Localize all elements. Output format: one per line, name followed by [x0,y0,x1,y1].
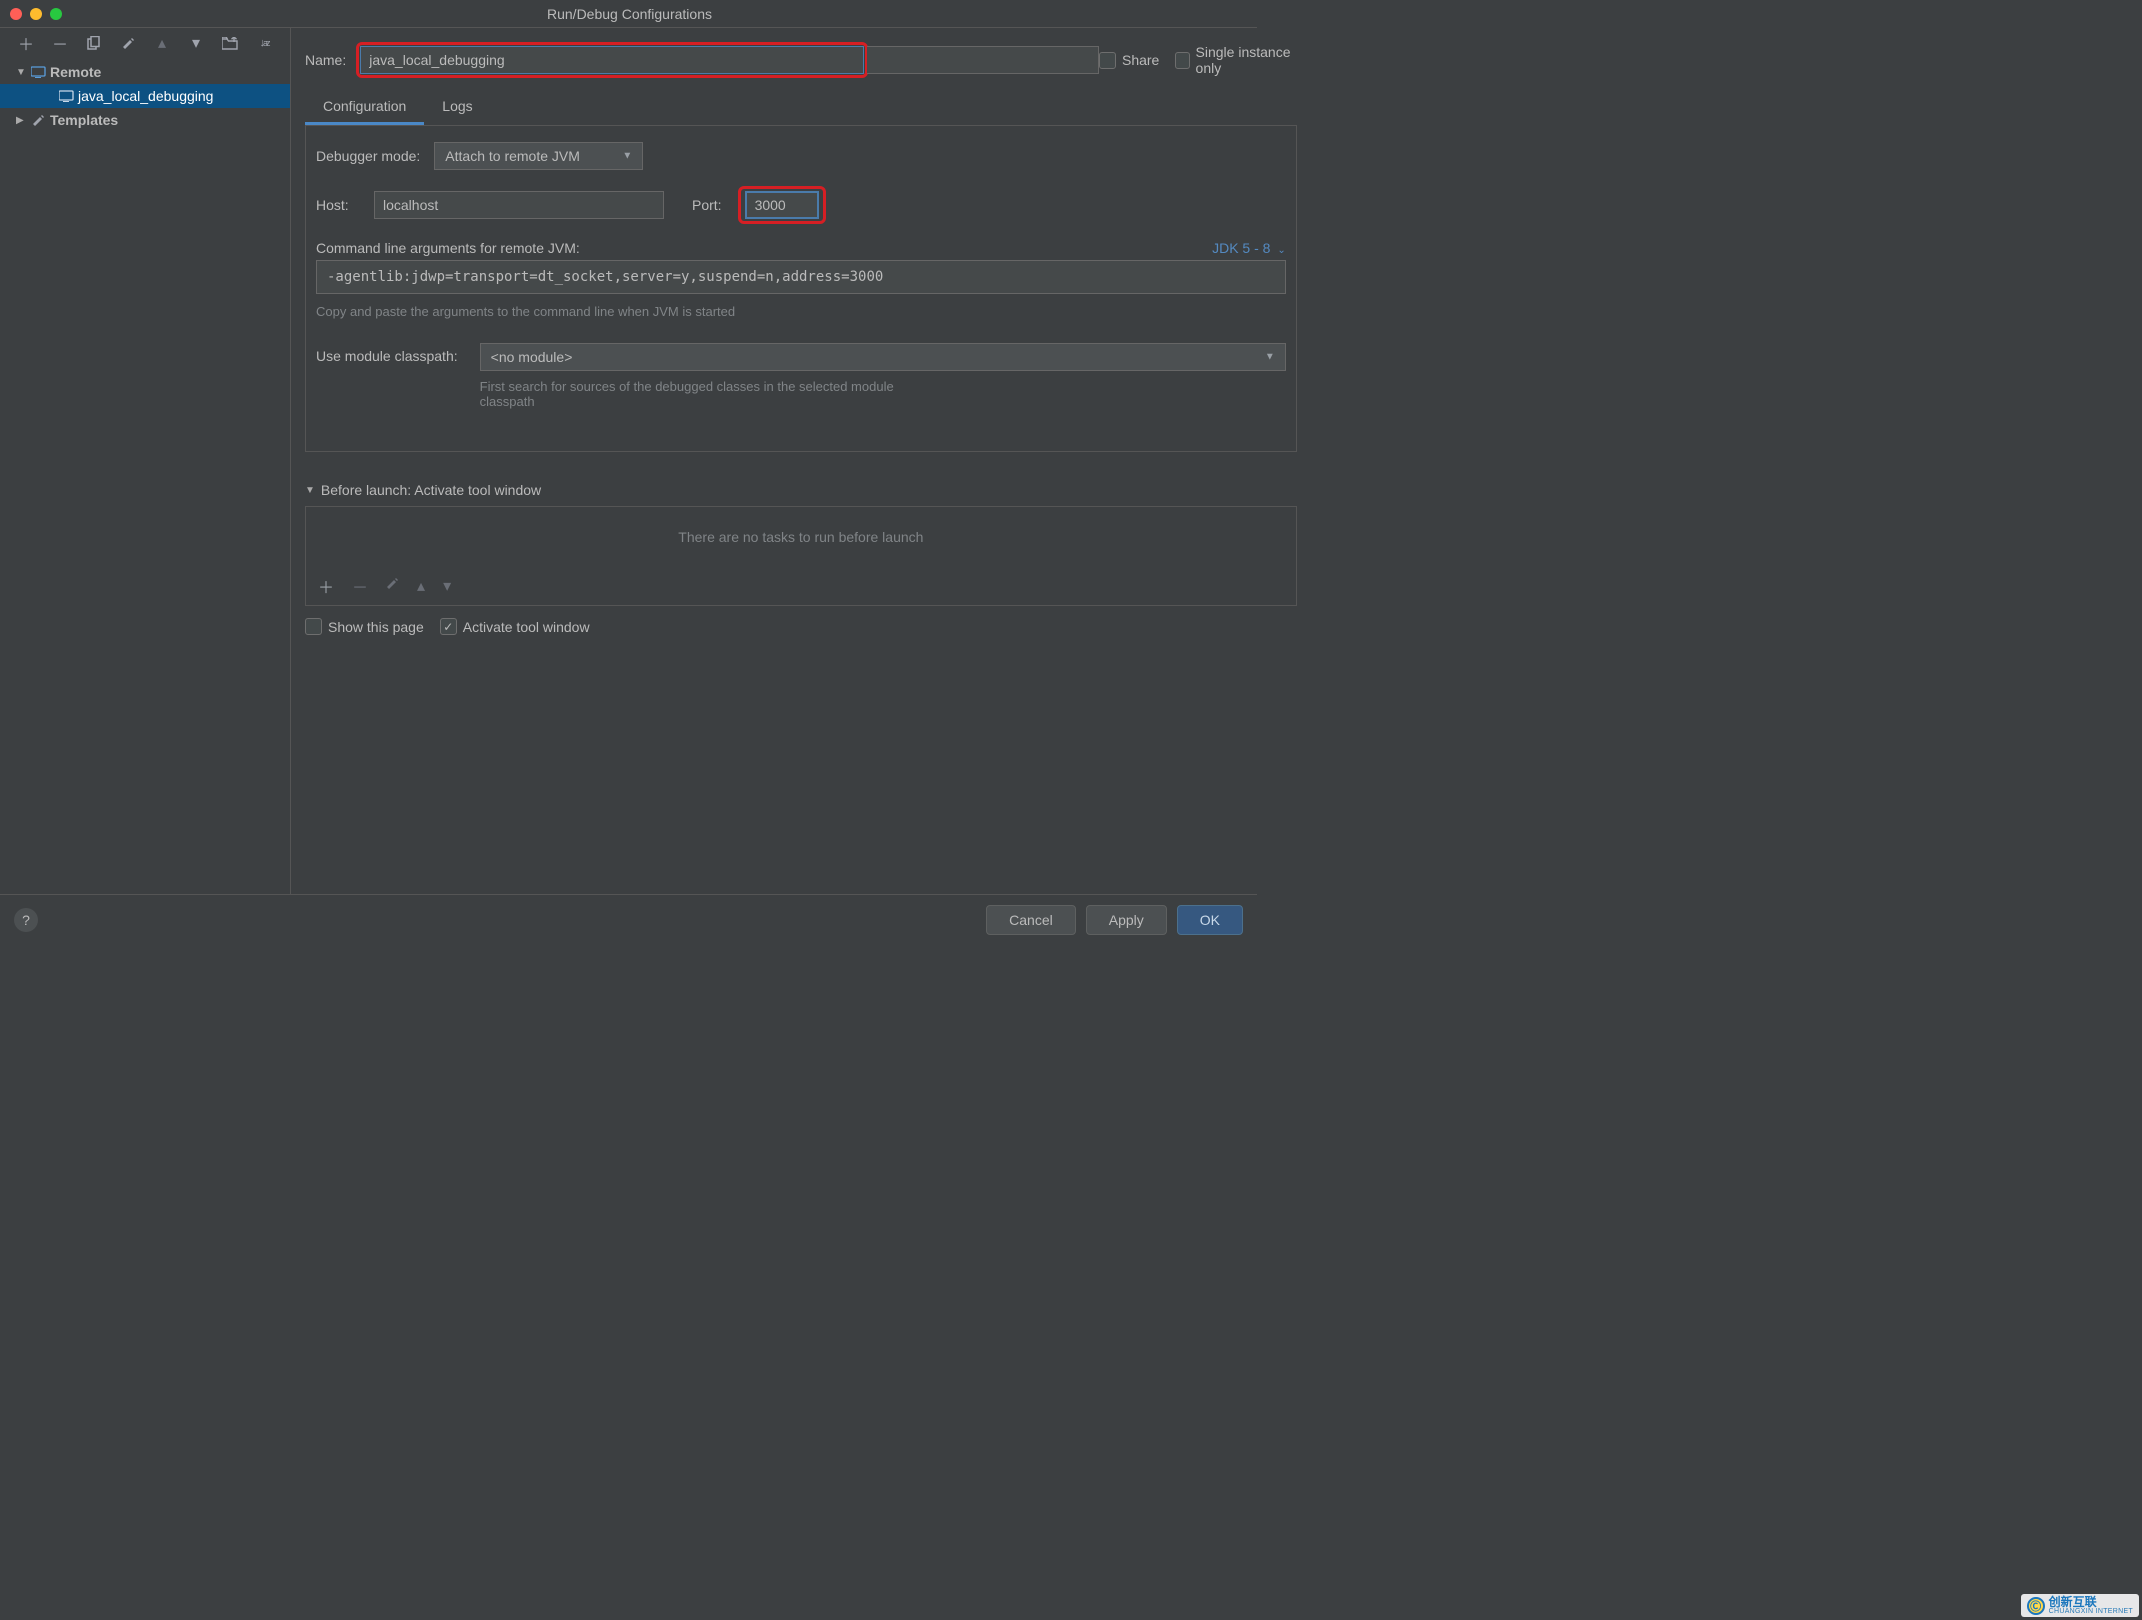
port-highlight-box [738,186,826,224]
config-tabbar: Configuration Logs [305,90,1297,126]
dialog-content: ＋ － ▴ ▾ ↓az ▼ [0,28,1257,894]
cmd-args-label: Command line arguments for remote JVM: [316,240,580,256]
before-launch-empty: There are no tasks to run before launch [306,507,1296,567]
window-title: Run/Debug Configurations [12,6,1247,22]
show-this-page-wrap[interactable]: Show this page [305,618,424,635]
before-launch-toolbar: ＋ － ▴ ▾ [306,567,1296,605]
share-checkbox[interactable] [1099,52,1116,69]
cmd-args-textarea[interactable]: -agentlib:jdwp=transport=dt_socket,serve… [316,260,1286,294]
tree-node-label: java_local_debugging [78,88,213,104]
cmd-hint: Copy and paste the arguments to the comm… [316,304,1286,319]
tab-configuration[interactable]: Configuration [305,90,424,125]
module-hint: First search for sources of the debugged… [480,379,900,409]
module-classpath-select[interactable]: <no module> ▼ [480,343,1286,371]
name-input-tail[interactable] [867,46,1099,74]
settings-icon[interactable] [120,35,136,51]
move-down-icon[interactable]: ▾ [188,35,204,51]
collapse-icon: ▼ [305,485,315,496]
module-classpath-row: Use module classpath: <no module> ▼ Firs… [316,343,1286,409]
tree-node-java-local-debugging[interactable]: java_local_debugging [0,84,290,108]
wrench-icon [30,113,46,127]
activate-tool-window-checkbox[interactable] [440,618,457,635]
sort-icon[interactable]: ↓az [256,35,272,51]
add-task-icon[interactable]: ＋ [318,574,334,598]
chevron-down-icon: ▼ [622,151,632,162]
watermark: Ⓒ 创新互联 CHUANGXIN INTERNET [2021,1594,2139,1617]
host-label: Host: [316,197,364,213]
share-label: Share [1122,52,1159,68]
module-classpath-label: Use module classpath: [316,343,458,364]
before-launch-panel: There are no tasks to run before launch … [305,506,1297,606]
name-highlight-box [356,42,868,78]
apply-button[interactable]: Apply [1086,905,1167,935]
share-checkbox-wrap[interactable]: Share [1099,52,1159,69]
activate-tool-window-label: Activate tool window [463,619,590,635]
chevron-down-icon: ▼ [1265,352,1275,363]
before-launch-header[interactable]: ▼ Before launch: Activate tool window [305,482,1297,498]
move-task-up-icon[interactable]: ▴ [417,576,425,596]
expand-icon: ▼ [16,67,30,78]
tree-node-remote[interactable]: ▼ Remote [0,60,290,84]
debugger-mode-label: Debugger mode: [316,148,420,164]
dialog-footer: ? Cancel Apply OK [0,894,1257,944]
titlebar: Run/Debug Configurations [0,0,1257,28]
single-instance-checkbox[interactable] [1175,52,1189,69]
host-input[interactable] [374,191,664,219]
show-this-page-label: Show this page [328,619,424,635]
expand-icon: ▶ [16,115,30,126]
configurations-sidebar: ＋ － ▴ ▾ ↓az ▼ [0,28,291,894]
help-button[interactable]: ? [14,908,38,932]
configuration-panel: Debugger mode: Attach to remote JVM ▼ Ho… [305,126,1297,452]
sidebar-toolbar: ＋ － ▴ ▾ ↓az [0,28,290,58]
move-up-icon[interactable]: ▴ [154,35,170,51]
name-label: Name: [305,52,346,68]
tree-node-label: Templates [50,112,118,128]
edit-task-icon[interactable] [386,577,399,595]
debugger-mode-value: Attach to remote JVM [445,148,580,164]
before-launch-section: ▼ Before launch: Activate tool window Th… [305,482,1297,635]
cmd-label-row: Command line arguments for remote JVM: J… [316,240,1286,256]
configuration-main: Name: Share Single instance only Configu… [291,28,1311,894]
before-launch-title: Before launch: Activate tool window [321,482,541,498]
debugger-mode-select[interactable]: Attach to remote JVM ▼ [434,142,643,170]
tree-node-templates[interactable]: ▶ Templates [0,108,290,132]
remove-config-icon[interactable]: － [52,35,68,51]
module-classpath-value: <no module> [491,349,573,365]
run-debug-dialog: Run/Debug Configurations ＋ － ▴ ▾ ↓az [0,0,1257,944]
copy-config-icon[interactable] [86,35,102,51]
activate-tool-window-wrap[interactable]: Activate tool window [440,618,590,635]
port-label: Port: [692,197,722,213]
watermark-icon: Ⓒ [2027,1597,2045,1615]
tab-logs[interactable]: Logs [424,90,490,125]
port-input[interactable] [745,191,819,219]
debugger-mode-row: Debugger mode: Attach to remote JVM ▼ [316,142,1286,170]
add-config-icon[interactable]: ＋ [18,35,34,51]
chevron-down-icon: ⌄ [1277,245,1285,256]
name-input[interactable] [360,46,864,74]
ok-button[interactable]: OK [1177,905,1243,935]
remote-icon [30,65,46,79]
watermark-title: 创新互联 [2049,1596,2133,1608]
footer-buttons: Cancel Apply OK [986,905,1243,935]
single-instance-label: Single instance only [1196,44,1297,76]
show-this-page-checkbox[interactable] [305,618,322,635]
jdk-version-link[interactable]: JDK 5 - 8 ⌄ [1212,240,1286,256]
watermark-sub: CHUANGXIN INTERNET [2049,1608,2133,1615]
jdk-link-text: JDK 5 - 8 [1212,240,1270,256]
name-row: Name: Share Single instance only [305,42,1297,78]
cancel-button[interactable]: Cancel [986,905,1076,935]
folder-icon[interactable] [222,35,238,51]
configurations-tree: ▼ Remote java_local_debugging ▶ [0,58,290,894]
host-port-row: Host: Port: [316,186,1286,224]
move-task-down-icon[interactable]: ▾ [443,576,451,596]
single-instance-checkbox-wrap[interactable]: Single instance only [1175,44,1296,76]
before-launch-checkrow: Show this page Activate tool window [305,618,1297,635]
tree-node-label: Remote [50,64,101,80]
remove-task-icon[interactable]: － [352,574,368,598]
remote-icon [58,89,74,103]
